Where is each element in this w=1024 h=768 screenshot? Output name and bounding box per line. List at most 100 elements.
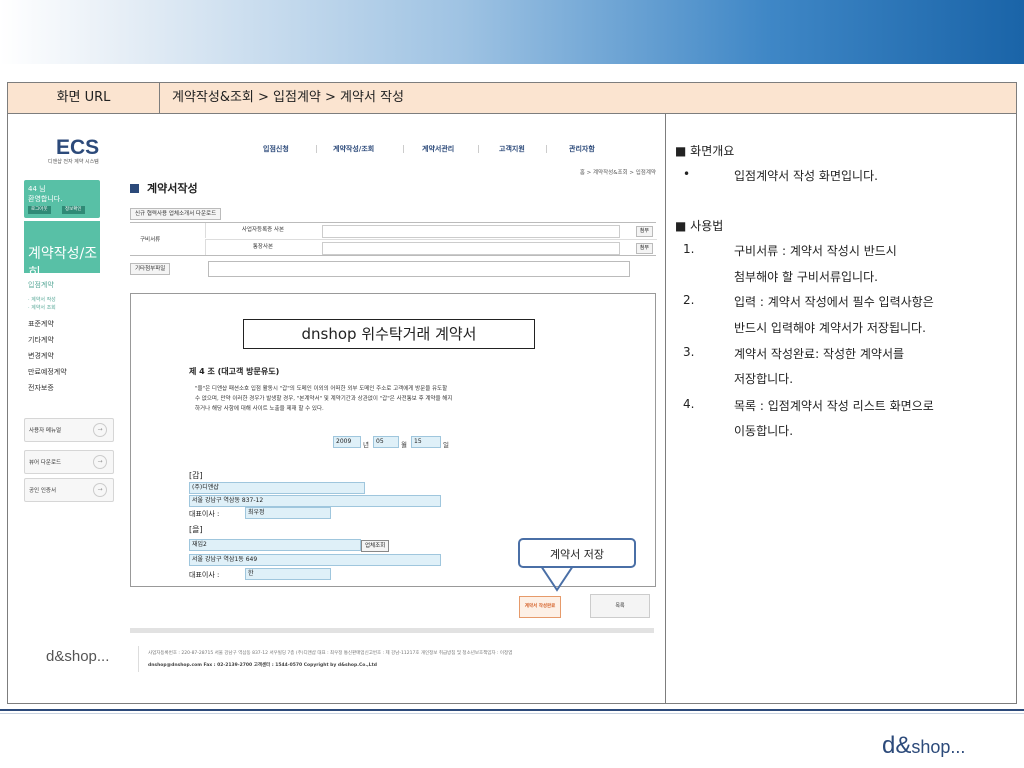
nav-divider xyxy=(546,145,547,153)
doc-name: 통장사본 xyxy=(252,244,274,250)
url-label: 화면 URL xyxy=(8,83,160,113)
article-line-1: "을"은 디앤샵 패션소호 입점 활동시 "갑"의 도메인 이외의 어떠한 외부… xyxy=(195,386,448,392)
sidebar-item-other[interactable]: 기타계약 xyxy=(28,335,54,345)
ecs-logo[interactable]: ECS xyxy=(56,136,99,160)
party-a-rep-input[interactable]: 최우정 xyxy=(245,507,331,519)
usage-marker: 1. xyxy=(683,242,695,256)
sidebar-subitem-view[interactable]: · 계약서 조회 xyxy=(28,304,56,311)
party-a-heading: [갑] xyxy=(189,471,203,480)
user-box: 44 님 환영합니다. 로그아웃 정보확인 xyxy=(24,180,100,218)
usage-text: 구비서류 : 계약서 작성시 반드시 xyxy=(734,244,897,258)
dnshop-footer-logo[interactable]: d&shop... xyxy=(46,648,109,665)
manual-button[interactable]: 사용자 메뉴얼 → xyxy=(24,418,114,442)
url-path: 계약작성&조회 > 입점계약 > 계약서 작성 xyxy=(172,90,404,105)
page-title: 계약서작성 xyxy=(130,180,198,196)
contract-title: dnshop 위수탁거래 계약서 xyxy=(243,319,535,349)
logo-main: d& xyxy=(882,732,912,759)
breadcrumb: 홈 > 계약작성&조회 > 입점계약 xyxy=(579,170,656,176)
screenshot-panel: ECS 디앤샵 전자 계약 시스템 입점신청 계약작성/조회 계약서관리 고객지… xyxy=(18,116,662,701)
nav-admin[interactable]: 관리자함 xyxy=(569,144,595,154)
nav-divider xyxy=(478,145,479,153)
other-attachment-input[interactable] xyxy=(208,261,630,277)
manual-label: 사용자 메뉴얼 xyxy=(29,428,62,434)
nav-divider xyxy=(403,145,404,153)
sidebar-item-store-contract[interactable]: 입점계약 xyxy=(28,280,54,290)
day-input[interactable]: 15 xyxy=(411,436,441,448)
day-unit: 일 xyxy=(443,441,449,449)
party-a-rep-label: 대표이사 : xyxy=(189,510,220,518)
usage-marker: 3. xyxy=(683,345,695,359)
certificate-button[interactable]: 공인 인증서 → xyxy=(24,478,114,502)
sidebar-item-standard[interactable]: 표준계약 xyxy=(28,319,54,329)
month-input[interactable]: 05 xyxy=(373,436,399,448)
url-row: 화면 URL 계약작성&조회 > 입점계약 > 계약서 작성 xyxy=(8,83,1016,114)
usage-marker: 4. xyxy=(683,397,695,411)
usage-line: 4. 목록 : 입점계약서 작성 리스트 화면으로 xyxy=(675,397,1005,417)
info-button[interactable]: 정보확인 xyxy=(62,206,85,214)
overview-item: • 입점계약서 작성 화면입니다. xyxy=(675,167,1005,187)
usage-text: 목록 : 입점계약서 작성 리스트 화면으로 xyxy=(734,399,934,413)
user-name: 44 님 xyxy=(28,185,46,193)
viewer-label: 뷰어 다운로드 xyxy=(29,460,62,466)
logo-rest: shop... xyxy=(911,737,966,757)
nav-contract-manage[interactable]: 계약서관리 xyxy=(422,144,454,154)
other-attachment-button[interactable]: 기타첨부파일 xyxy=(130,263,171,275)
header-gradient-band xyxy=(0,0,1024,64)
footer-contact-info: dnshop@dnshop.com Fax : 02-2139-2700 고객센… xyxy=(148,663,378,668)
party-a-name-input[interactable]: (주)디앤샵 xyxy=(189,482,365,494)
sidebar-item-guarantee[interactable]: 전자보증 xyxy=(28,383,54,393)
nav-contract-write[interactable]: 계약작성/조회 xyxy=(333,144,374,154)
sidebar-item-expiring[interactable]: 만료예정계약 xyxy=(28,367,67,377)
footer-company-info: 사업자등록번호 : 220-87-28715 서울 강남구 역삼동 837-12… xyxy=(148,651,513,656)
arrow-right-icon: → xyxy=(93,423,107,437)
party-b-heading: [을] xyxy=(189,525,203,534)
usage-line: 반드시 입력해야 계약서가 저장됩니다. xyxy=(675,319,1005,339)
usage-text: 계약서 작성완료: 작성한 계약서를 xyxy=(734,347,905,361)
logout-button[interactable]: 로그아웃 xyxy=(28,206,51,214)
party-a-address-input[interactable]: 서울 강남구 역삼동 837-12 xyxy=(189,495,441,507)
user-welcome: 환영합니다. xyxy=(28,195,63,203)
documents-table: 구비서류 사업자등록증 사본 첨부 통장사본 첨부 xyxy=(130,222,657,256)
company-lookup-button[interactable]: 업체조회 xyxy=(361,540,390,552)
doc-row-business-registration: 사업자등록증 사본 첨부 xyxy=(205,223,657,238)
footer-bar xyxy=(130,628,654,633)
usage-title: ■ 사용법 xyxy=(675,219,724,233)
sidebar-item-change[interactable]: 변경계약 xyxy=(28,351,54,361)
party-b-address-input[interactable]: 서울 강남구 역삼1동 649 xyxy=(189,554,441,566)
party-b-name-input[interactable]: 재입2 xyxy=(189,539,361,551)
viewer-download-button[interactable]: 뷰어 다운로드 → xyxy=(24,450,114,474)
nav-divider xyxy=(316,145,317,153)
attach-button[interactable]: 첨부 xyxy=(635,226,653,237)
nav-apply[interactable]: 입점신청 xyxy=(263,144,289,154)
overview-title: ■ 화면개요 xyxy=(675,144,735,158)
certificate-label: 공인 인증서 xyxy=(29,488,57,494)
arrow-right-icon: → xyxy=(93,455,107,469)
footer-divider xyxy=(138,646,139,672)
year-unit: 년 xyxy=(363,441,369,449)
bankbook-file-input[interactable] xyxy=(322,242,620,255)
callout-pointer-icon xyxy=(540,566,574,592)
usage-line: 첨부해야 할 구비서류입니다. xyxy=(675,268,1005,288)
party-b-rep-label: 대표이사 : xyxy=(189,571,220,579)
usage-text: 이동합니다. xyxy=(734,424,794,438)
contract-complete-button[interactable]: 계약서 작성완료 xyxy=(519,596,561,618)
nav-support[interactable]: 고객지원 xyxy=(499,144,525,154)
month-unit: 월 xyxy=(401,441,407,449)
documents-label: 구비서류 xyxy=(140,237,161,243)
year-input[interactable]: 2009 xyxy=(333,436,361,448)
overview-text: 입점계약서 작성 화면입니다. xyxy=(734,169,878,183)
attach-button[interactable]: 첨부 xyxy=(635,243,653,254)
usage-line: 저장합니다. xyxy=(675,370,1005,390)
category-title: 계약작성/조회 xyxy=(28,246,98,282)
company-intro-download-button[interactable]: 신규 협력사용 업체소개서 다운로드 xyxy=(130,208,222,220)
sidebar-subitem-write[interactable]: · 계약서 작성 xyxy=(28,296,56,303)
bottom-rule-thin xyxy=(0,713,1024,714)
party-b-rep-input[interactable]: 한 xyxy=(245,568,331,580)
save-callout: 계약서 저장 xyxy=(518,538,636,568)
dnshop-logo: d&shop... xyxy=(882,732,965,760)
usage-line: 이동합니다. xyxy=(675,422,1005,442)
business-registration-file-input[interactable] xyxy=(322,225,620,238)
usage-line: 2. 입력 : 계약서 작성에서 필수 입력사항은 xyxy=(675,293,1005,313)
list-button[interactable]: 목록 xyxy=(590,594,650,618)
column-divider xyxy=(665,113,666,703)
